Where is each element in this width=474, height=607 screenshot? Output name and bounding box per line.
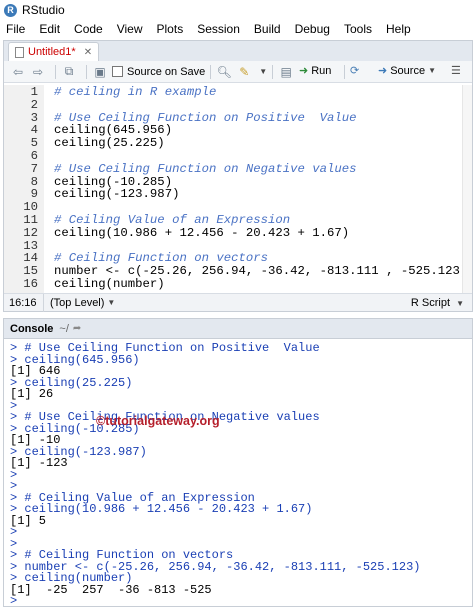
- code-line: 12 ceiling(10.986 + 12.456 - 20.423 + 1.6…: [4, 225, 349, 240]
- scope-label: (Top Level): [50, 296, 105, 309]
- line-number: 2: [30, 97, 38, 112]
- search-icon[interactable]: 🔍︎: [216, 64, 232, 80]
- console-output-line: [1] -123: [10, 456, 68, 470]
- editor-tab-strip: Untitled1* ✕: [4, 41, 472, 61]
- code-text: ceiling(10.986 + 12.456 - 20.423 + 1.67): [54, 225, 350, 240]
- source-on-save-checkbox[interactable]: [112, 66, 123, 77]
- run-button[interactable]: ➜ Run: [299, 64, 332, 78]
- chevron-down-icon[interactable]: ▼: [259, 67, 267, 76]
- source-editor-pane: Untitled1* ✕ ⇦ ⇨ ⧉ ▣ Source on Save 🔍︎ ✎…: [3, 40, 473, 312]
- source-label: Source: [390, 64, 426, 77]
- save-icon[interactable]: ▣: [92, 64, 108, 80]
- toolbar-divider: [210, 64, 212, 79]
- tab-label: Untitled1*: [28, 46, 76, 58]
- code-editor[interactable]: 1 # ceiling in R example 2 3 # Use Ceiling F…: [4, 85, 472, 293]
- console-pane: Console ~/ ➦ > # Use Ceiling Function on…: [3, 318, 473, 607]
- document-outline-icon[interactable]: ☰: [451, 64, 461, 77]
- source-button[interactable]: ➜ Source ▼: [378, 64, 436, 78]
- code-line: 7 # Use Ceiling Function on Negative valu…: [4, 161, 357, 176]
- run-arrow-icon: ➜: [299, 65, 309, 77]
- source-arrow-icon: ➜: [378, 65, 388, 77]
- line-number: 16: [23, 277, 38, 291]
- menu-view[interactable]: View: [117, 22, 143, 36]
- toolbar-divider: [86, 64, 87, 79]
- title-bar: R RStudio: [0, 0, 474, 20]
- code-line: 2: [4, 97, 38, 112]
- run-label: Run: [311, 64, 332, 77]
- menu-plots[interactable]: Plots: [157, 22, 184, 36]
- file-type-selector[interactable]: R Script ▼: [411, 294, 464, 312]
- code-comment: # Use Ceiling Function on Negative value…: [54, 161, 357, 176]
- chevron-down-icon: ▼: [456, 299, 464, 308]
- cursor-position: 16:16: [4, 293, 44, 312]
- console-output[interactable]: > # Use Ceiling Function on Positive Val…: [4, 340, 472, 607]
- code-text: ceiling(number): [54, 277, 165, 291]
- show-in-window-icon[interactable]: ⧉: [61, 64, 77, 80]
- menu-build[interactable]: Build: [254, 22, 281, 36]
- toolbar-divider: [55, 64, 56, 79]
- close-icon[interactable]: ✕: [84, 47, 92, 58]
- menu-bar: File Edit Code View Plots Session Build …: [0, 20, 474, 38]
- magic-wand-icon[interactable]: ✎: [236, 64, 252, 80]
- file-type-label: R Script: [410, 297, 451, 309]
- source-on-save-label: Source on Save: [127, 65, 206, 78]
- working-directory: ~/: [59, 322, 69, 335]
- menu-file[interactable]: File: [6, 22, 25, 36]
- console-command-line: > ceiling(10.986 + 12.456 - 20.423 + 1.6…: [10, 502, 313, 516]
- toolbar-divider: [272, 64, 274, 79]
- scope-selector[interactable]: (Top Level) ▼: [44, 297, 115, 309]
- forward-arrow-icon[interactable]: ⇨: [30, 64, 46, 80]
- back-arrow-icon[interactable]: ⇦: [10, 64, 26, 80]
- go-to-directory-icon[interactable]: ➦: [73, 323, 81, 334]
- console-header: Console ~/ ➦: [4, 319, 472, 339]
- rerun-icon[interactable]: ⟳: [350, 64, 359, 77]
- menu-debug[interactable]: Debug: [295, 22, 330, 36]
- menu-tools[interactable]: Tools: [344, 22, 372, 36]
- watermark: ©tutorialgateway.org: [96, 414, 220, 428]
- editor-toolbar: ⇦ ⇨ ⧉ ▣ Source on Save 🔍︎ ✎ ▼ ▤ ➜ Run ⟳ …: [4, 61, 472, 83]
- editor-scrollbar[interactable]: [462, 85, 472, 293]
- console-title: Console: [10, 322, 54, 335]
- code-text: ceiling(25.225): [54, 136, 165, 151]
- console-output-line: [1] -25 257 -36 -813 -525: [10, 582, 212, 597]
- console-command-line: >: [10, 594, 18, 607]
- chevron-down-icon: ▼: [107, 298, 116, 307]
- chevron-down-icon: ▼: [428, 66, 436, 75]
- menu-edit[interactable]: Edit: [39, 22, 60, 36]
- code-comment: # ceiling in R example: [54, 85, 217, 99]
- code-text: ceiling(-123.987): [54, 187, 180, 202]
- compile-report-icon[interactable]: ▤: [278, 64, 294, 80]
- editor-status-bar: 16:16 (Top Level) ▼ R Script ▼: [4, 293, 472, 312]
- code-line: 16 ceiling(number): [4, 277, 164, 291]
- window-title: RStudio: [22, 3, 65, 17]
- line-number: 7: [30, 161, 38, 176]
- menu-session[interactable]: Session: [197, 22, 240, 36]
- tab-untitled1[interactable]: Untitled1* ✕: [8, 42, 100, 61]
- r-file-icon: [15, 46, 24, 58]
- toolbar-divider: [344, 65, 345, 79]
- menu-code[interactable]: Code: [74, 22, 103, 36]
- menu-help[interactable]: Help: [386, 22, 411, 36]
- rstudio-logo-icon: R: [4, 3, 17, 17]
- line-number: 12: [23, 225, 38, 240]
